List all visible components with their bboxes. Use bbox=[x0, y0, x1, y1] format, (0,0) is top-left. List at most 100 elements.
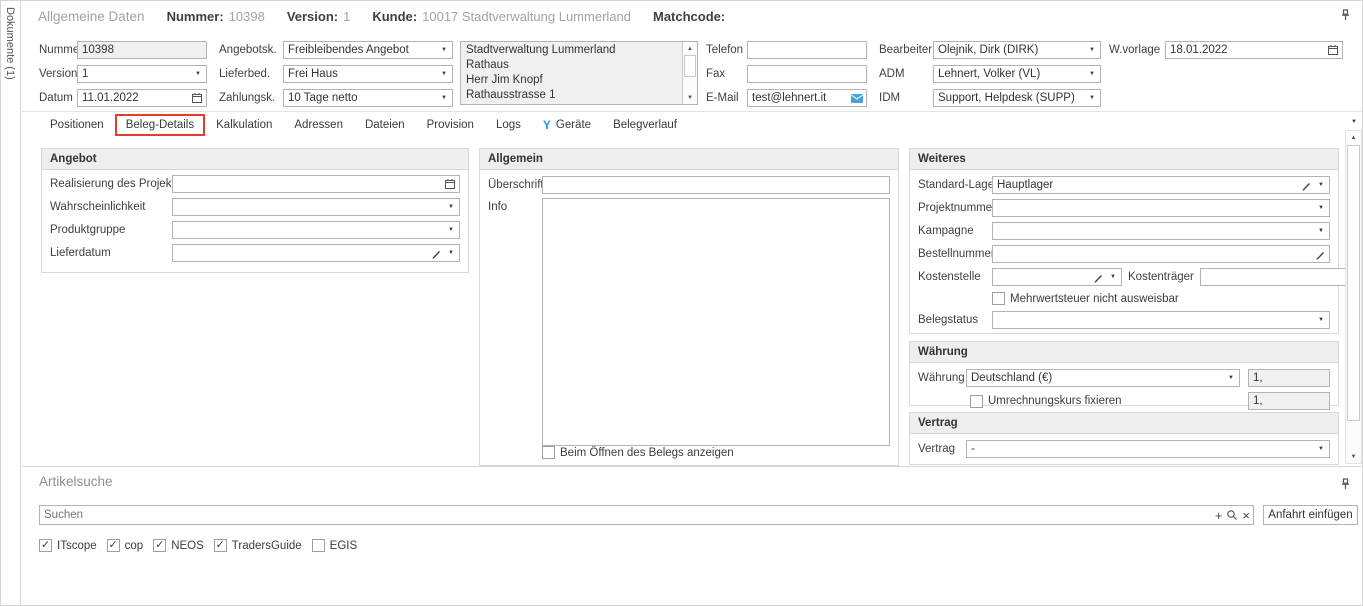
envelope-icon[interactable] bbox=[851, 94, 863, 103]
neos-checkbox[interactable] bbox=[153, 539, 166, 552]
telefon-field[interactable] bbox=[747, 41, 867, 59]
itscope-checkbox[interactable] bbox=[39, 539, 52, 552]
datum-field[interactable] bbox=[77, 89, 207, 107]
mwst-option[interactable]: Mehrwertsteuer nicht ausweisbar bbox=[992, 292, 1179, 305]
tabstrip-overflow-icon[interactable]: ▼ bbox=[1349, 119, 1359, 125]
datum-input[interactable] bbox=[81, 90, 187, 106]
waehrung-field[interactable]: ▼ bbox=[966, 369, 1240, 387]
fixieren-option[interactable]: Umrechnungskurs fixieren bbox=[970, 395, 1122, 408]
lieferdatum-dropdown-icon[interactable]: ▼ bbox=[446, 250, 456, 256]
belegstatus-dropdown-icon[interactable]: ▼ bbox=[1316, 317, 1326, 323]
kampagne-input[interactable] bbox=[996, 223, 1312, 239]
calendar-icon[interactable] bbox=[444, 178, 456, 190]
version-dropdown-icon[interactable]: ▼ bbox=[193, 71, 203, 77]
tab-provision[interactable]: Provision bbox=[416, 114, 485, 136]
zahlungsk-field[interactable]: ▼ bbox=[283, 89, 453, 107]
pencil-icon[interactable] bbox=[1093, 272, 1104, 283]
bearbeiter-dropdown-icon[interactable]: ▼ bbox=[1087, 47, 1097, 53]
vertrag-input[interactable] bbox=[970, 441, 1312, 457]
tab-belegverlauf[interactable]: Belegverlauf bbox=[602, 114, 688, 136]
waehrung-input[interactable] bbox=[970, 370, 1222, 386]
angebotsk-dropdown-icon[interactable]: ▼ bbox=[439, 47, 449, 53]
email-field[interactable] bbox=[747, 89, 867, 107]
address-scrollbar[interactable]: ▲ ▼ bbox=[682, 42, 697, 104]
egis-checkbox[interactable] bbox=[312, 539, 325, 552]
wahrscheinlichkeit-input[interactable] bbox=[176, 199, 442, 215]
address-scroll-up-icon[interactable]: ▲ bbox=[683, 42, 697, 55]
mwst-checkbox[interactable] bbox=[992, 292, 1005, 305]
tab-dateien[interactable]: Dateien bbox=[354, 114, 416, 136]
address-scrollbar-thumb[interactable] bbox=[684, 55, 696, 77]
belegstatus-input[interactable] bbox=[996, 312, 1312, 328]
calendar-icon[interactable] bbox=[1327, 44, 1339, 56]
cop-checkbox[interactable] bbox=[107, 539, 120, 552]
fixieren-checkbox[interactable] bbox=[970, 395, 983, 408]
kostenstelle-dropdown-icon[interactable]: ▼ bbox=[1108, 274, 1118, 280]
idm-input[interactable] bbox=[937, 90, 1083, 106]
fax-input[interactable] bbox=[751, 66, 863, 82]
standard-lager-dropdown-icon[interactable]: ▼ bbox=[1316, 182, 1326, 188]
tab-positionen[interactable]: Positionen bbox=[39, 114, 115, 136]
kostenstelle-input[interactable] bbox=[996, 269, 1089, 285]
source-neos[interactable]: NEOS bbox=[153, 539, 204, 552]
idm-dropdown-icon[interactable]: ▼ bbox=[1087, 95, 1097, 101]
article-search-input[interactable] bbox=[43, 506, 1211, 524]
pin-icon[interactable] bbox=[1341, 478, 1350, 490]
wahrscheinlichkeit-dropdown-icon[interactable]: ▼ bbox=[446, 204, 456, 210]
lieferdatum-input[interactable] bbox=[176, 245, 427, 261]
lieferbed-field[interactable]: ▼ bbox=[283, 65, 453, 83]
clear-icon[interactable]: × bbox=[1242, 509, 1250, 522]
adm-field[interactable]: ▼ bbox=[933, 65, 1101, 83]
show-on-open-checkbox[interactable] bbox=[542, 446, 555, 459]
ueberschrift-input[interactable] bbox=[546, 177, 886, 193]
source-cop[interactable]: cop bbox=[107, 539, 144, 552]
produktgruppe-dropdown-icon[interactable]: ▼ bbox=[446, 227, 456, 233]
produktgruppe-field[interactable]: ▼ bbox=[172, 221, 460, 239]
lieferbed-input[interactable] bbox=[287, 66, 435, 82]
vertrag-dropdown-icon[interactable]: ▼ bbox=[1316, 446, 1326, 452]
produktgruppe-input[interactable] bbox=[176, 222, 442, 238]
standard-lager-field[interactable]: ▼ bbox=[992, 176, 1330, 194]
projektnummer-input[interactable] bbox=[996, 200, 1312, 216]
zahlungsk-input[interactable] bbox=[287, 90, 435, 106]
pencil-icon[interactable] bbox=[1301, 180, 1312, 191]
adm-input[interactable] bbox=[937, 66, 1083, 82]
source-tradersguide[interactable]: TradersGuide bbox=[214, 539, 302, 552]
article-search-field[interactable]: + × bbox=[39, 505, 1254, 525]
version-input[interactable] bbox=[81, 66, 189, 82]
wvorlage-input[interactable] bbox=[1169, 42, 1323, 58]
add-icon[interactable]: + bbox=[1215, 509, 1223, 522]
scroll-up-icon[interactable]: ▲ bbox=[1346, 131, 1361, 144]
angebotsk-input[interactable] bbox=[287, 42, 435, 58]
address-scroll-down-icon[interactable]: ▼ bbox=[683, 91, 697, 104]
info-textarea[interactable] bbox=[542, 198, 890, 446]
source-egis[interactable]: EGIS bbox=[312, 539, 357, 552]
telefon-input[interactable] bbox=[751, 42, 863, 58]
tab-logs[interactable]: Logs bbox=[485, 114, 532, 136]
tab-beleg-details[interactable]: Beleg-Details bbox=[115, 114, 205, 136]
vertrag-field[interactable]: ▼ bbox=[966, 440, 1330, 458]
tradersguide-checkbox[interactable] bbox=[214, 539, 227, 552]
fax-field[interactable] bbox=[747, 65, 867, 83]
kostentraeger-input[interactable] bbox=[1204, 269, 1360, 285]
calendar-icon[interactable] bbox=[191, 92, 203, 104]
waehrung-dropdown-icon[interactable]: ▼ bbox=[1226, 375, 1236, 381]
projektnummer-field[interactable]: ▼ bbox=[992, 199, 1330, 217]
projektnummer-dropdown-icon[interactable]: ▼ bbox=[1316, 205, 1326, 211]
angebotsk-field[interactable]: ▼ bbox=[283, 41, 453, 59]
adm-dropdown-icon[interactable]: ▼ bbox=[1087, 71, 1097, 77]
pin-icon[interactable] bbox=[1341, 9, 1350, 21]
version-field[interactable]: ▼ bbox=[77, 65, 207, 83]
standard-lager-input[interactable] bbox=[996, 177, 1297, 193]
realisierung-input[interactable] bbox=[176, 176, 440, 192]
show-on-open-option[interactable]: Beim Öffnen des Belegs anzeigen bbox=[542, 446, 734, 459]
customer-address-box[interactable]: Stadtverwaltung Lummerland Rathaus Herr … bbox=[460, 41, 698, 105]
kostenstelle-field[interactable]: ▼ bbox=[992, 268, 1122, 286]
tab-adressen[interactable]: Adressen bbox=[283, 114, 354, 136]
bestellnummer-field[interactable] bbox=[992, 245, 1330, 263]
lieferbed-dropdown-icon[interactable]: ▼ bbox=[439, 71, 449, 77]
search-icon[interactable] bbox=[1226, 509, 1238, 521]
content-scrollbar[interactable]: ▲ ▼ bbox=[1345, 130, 1362, 464]
wahrscheinlichkeit-field[interactable]: ▼ bbox=[172, 198, 460, 216]
bearbeiter-input[interactable] bbox=[937, 42, 1083, 58]
